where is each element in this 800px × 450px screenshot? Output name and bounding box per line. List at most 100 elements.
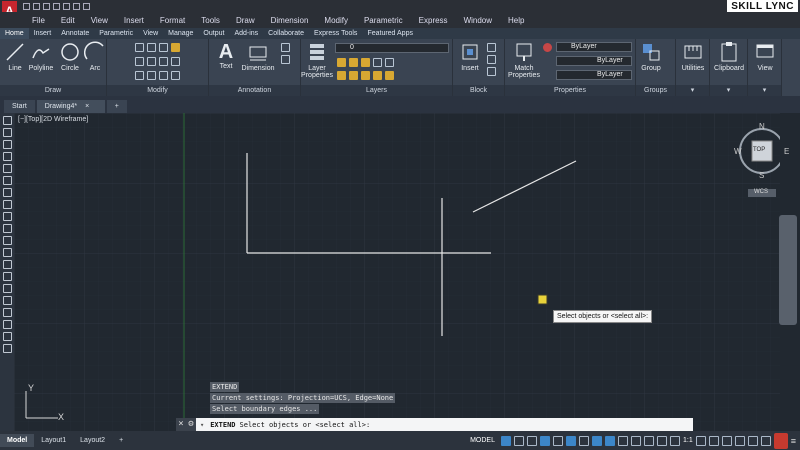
- object-snap-icon[interactable]: [605, 435, 615, 446]
- arc-button[interactable]: Arc: [80, 41, 110, 72]
- annotation-scale[interactable]: 1:1: [683, 437, 693, 444]
- workspace-gear-icon[interactable]: [695, 435, 706, 446]
- snap-mode-icon[interactable]: [514, 435, 524, 446]
- new-icon[interactable]: [23, 2, 30, 10]
- clean-screen-icon[interactable]: [760, 435, 771, 446]
- modify-panel-title[interactable]: Modify: [107, 85, 208, 96]
- viewcube-east[interactable]: E: [784, 147, 789, 156]
- linetype-dropdown[interactable]: ByLayer: [556, 56, 632, 66]
- annotation-monitor-icon[interactable]: [708, 435, 719, 446]
- mirror-icon[interactable]: [147, 57, 156, 66]
- block-panel-title[interactable]: Block: [453, 85, 504, 96]
- layer-isolate-icon[interactable]: [337, 71, 346, 80]
- quick-properties-icon[interactable]: [734, 435, 745, 446]
- tab-featured-apps[interactable]: Featured Apps: [362, 28, 418, 39]
- tab-parametric[interactable]: Parametric: [94, 28, 138, 39]
- copy-icon[interactable]: [135, 57, 144, 66]
- notification-bell-icon[interactable]: [773, 432, 788, 449]
- point-icon[interactable]: [2, 272, 12, 281]
- isometric-icon[interactable]: [579, 435, 589, 446]
- annotation-visibility-icon[interactable]: [657, 435, 667, 446]
- tab-add-ins[interactable]: Add-ins: [229, 28, 263, 39]
- close-command-line-icon[interactable]: ×: [176, 418, 186, 431]
- viewcube-north[interactable]: N: [759, 122, 765, 131]
- grid-icon[interactable]: [501, 435, 511, 446]
- ellipse-icon[interactable]: [2, 224, 12, 233]
- line-tool-icon[interactable]: [2, 116, 12, 125]
- customize-icon[interactable]: ⚙: [186, 418, 196, 431]
- arc-tool-icon[interactable]: [2, 176, 12, 185]
- tab-view[interactable]: View: [138, 28, 163, 39]
- ellipse-arc-icon[interactable]: [2, 236, 12, 245]
- annotation-panel-title[interactable]: Annotation: [209, 85, 300, 96]
- customization-menu-icon[interactable]: ≡: [791, 436, 796, 446]
- menu-file[interactable]: File: [24, 16, 53, 25]
- create-block-icon[interactable]: [487, 43, 496, 52]
- save-as-icon[interactable]: [53, 2, 60, 10]
- explode-icon[interactable]: [171, 57, 180, 66]
- layers-panel-title[interactable]: Layers: [301, 85, 452, 96]
- region-icon[interactable]: [2, 308, 12, 317]
- leader-icon[interactable]: [281, 43, 290, 52]
- units-icon[interactable]: [721, 435, 732, 446]
- open-icon[interactable]: [33, 2, 40, 10]
- menu-insert[interactable]: Insert: [116, 16, 152, 25]
- layer-thaw-icon[interactable]: [373, 71, 382, 80]
- trim-icon[interactable]: [159, 43, 168, 52]
- tab-collaborate[interactable]: Collaborate: [263, 28, 309, 39]
- layer-unisolate-icon[interactable]: [349, 71, 358, 80]
- gradient-icon[interactable]: [2, 296, 12, 305]
- menu-express[interactable]: Express: [411, 16, 456, 25]
- view-button[interactable]: View: [750, 41, 780, 72]
- polyline-tool-icon[interactable]: [2, 140, 12, 149]
- group-button[interactable]: Group: [636, 41, 666, 72]
- clipboard-button[interactable]: Clipboard: [714, 41, 744, 72]
- tab-insert[interactable]: Insert: [29, 28, 57, 39]
- add-layout-button[interactable]: +: [112, 434, 130, 447]
- edit-block-icon[interactable]: [487, 55, 496, 64]
- hatch-icon[interactable]: [2, 284, 12, 293]
- move-icon[interactable]: [135, 43, 144, 52]
- print-icon[interactable]: [63, 2, 70, 10]
- save-icon[interactable]: [43, 2, 50, 10]
- lineweight-dropdown[interactable]: ByLayer: [556, 70, 632, 80]
- menu-window[interactable]: Window: [456, 16, 500, 25]
- transparency-icon[interactable]: [631, 435, 641, 446]
- viewcube-south[interactable]: S: [759, 171, 764, 180]
- make-block-icon[interactable]: [2, 260, 12, 269]
- table-tool-icon[interactable]: [2, 320, 12, 329]
- autoscale-icon[interactable]: [670, 435, 680, 446]
- redo-icon[interactable]: [83, 2, 90, 10]
- stretch-icon[interactable]: [135, 71, 144, 80]
- layer-on-icon[interactable]: [337, 58, 346, 67]
- edit-attributes-icon[interactable]: [487, 67, 496, 76]
- scale-icon[interactable]: [147, 71, 156, 80]
- layer-lock-icon[interactable]: [361, 58, 370, 67]
- menu-view[interactable]: View: [83, 16, 116, 25]
- model-space-button[interactable]: MODEL: [467, 437, 498, 444]
- new-tab-button[interactable]: +: [106, 100, 127, 113]
- revcloud-icon[interactable]: [2, 200, 12, 209]
- menu-modify[interactable]: Modify: [316, 16, 356, 25]
- dynamic-input-icon[interactable]: [540, 435, 550, 446]
- clipboard-expander[interactable]: ▾: [710, 85, 747, 96]
- text-button[interactable]: A Text: [211, 41, 241, 70]
- dimension-button[interactable]: Dimension: [239, 41, 277, 72]
- navigation-bar[interactable]: [779, 215, 797, 325]
- polygon-icon[interactable]: [2, 152, 12, 161]
- command-input[interactable]: [374, 420, 693, 429]
- table-icon[interactable]: [281, 55, 290, 64]
- close-tab-icon[interactable]: ×: [85, 100, 89, 113]
- fillet-icon[interactable]: [159, 57, 168, 66]
- polar-tracking-icon[interactable]: [566, 435, 576, 446]
- menu-draw[interactable]: Draw: [228, 16, 263, 25]
- tab-home[interactable]: Home: [0, 28, 29, 39]
- layer-unlock-icon[interactable]: [385, 71, 394, 80]
- ortho-icon[interactable]: [553, 435, 563, 446]
- polyline-button[interactable]: Polyline: [24, 41, 58, 72]
- drawing-canvas[interactable]: [−][Top][2D Wireframe] N S E W TOP WCS Y…: [14, 113, 789, 431]
- lineweight-icon[interactable]: [618, 435, 628, 446]
- construction-line-icon[interactable]: [2, 128, 12, 137]
- circle-tool-icon[interactable]: [2, 188, 12, 197]
- tab-layout2[interactable]: Layout2: [73, 434, 112, 447]
